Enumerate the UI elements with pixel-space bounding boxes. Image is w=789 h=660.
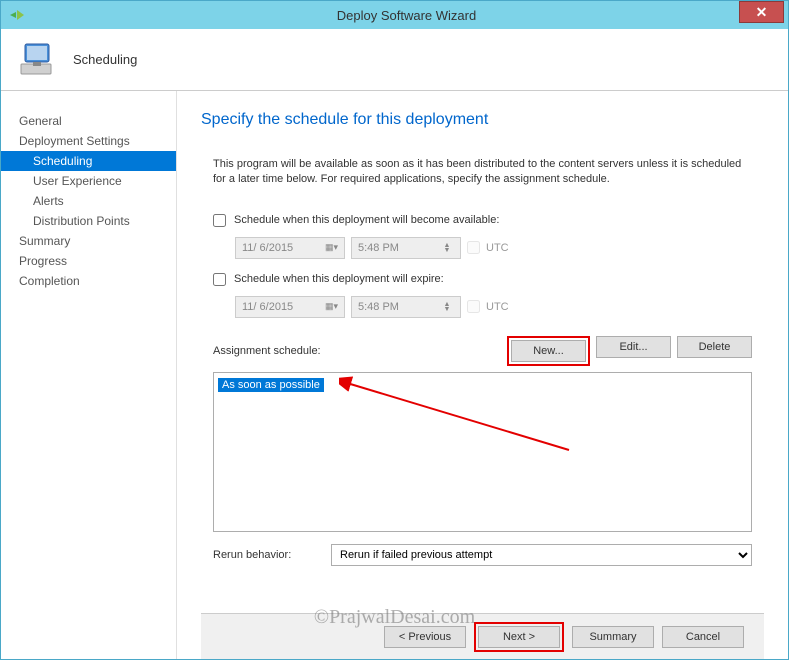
content-panel: Specify the schedule for this deployment… bbox=[177, 91, 788, 659]
sidebar-item-distribution-points[interactable]: Distribution Points bbox=[1, 211, 176, 231]
expire-date-row: 11/ 6/2015 ▦▾ 5:48 PM ▲▼ UTC bbox=[235, 296, 752, 318]
available-date-row: 11/ 6/2015 ▦▾ 5:48 PM ▲▼ UTC bbox=[235, 237, 752, 259]
expire-check-row: Schedule when this deployment will expir… bbox=[213, 273, 752, 286]
calendar-icon: ▦▾ bbox=[325, 242, 338, 253]
summary-button[interactable]: Summary bbox=[572, 626, 654, 648]
utc-label-2: UTC bbox=[486, 301, 509, 313]
cancel-button[interactable]: Cancel bbox=[662, 626, 744, 648]
sidebar-item-summary[interactable]: Summary bbox=[1, 231, 176, 251]
computer-icon bbox=[19, 40, 59, 80]
sidebar: General Deployment Settings Scheduling U… bbox=[1, 91, 177, 659]
rerun-select[interactable]: Rerun if failed previous attempt bbox=[331, 544, 752, 566]
utc-checkbox-1 bbox=[467, 241, 480, 254]
expire-date-input[interactable]: 11/ 6/2015 ▦▾ bbox=[235, 296, 345, 318]
next-button-highlight: Next > bbox=[474, 622, 564, 652]
description-text: This program will be available as soon a… bbox=[201, 157, 764, 188]
sidebar-item-user-experience[interactable]: User Experience bbox=[1, 171, 176, 191]
previous-button[interactable]: < Previous bbox=[384, 626, 466, 648]
available-label: Schedule when this deployment will becom… bbox=[234, 214, 499, 226]
sidebar-item-progress[interactable]: Progress bbox=[1, 251, 176, 271]
wizard-body: General Deployment Settings Scheduling U… bbox=[1, 91, 788, 659]
utc-label-1: UTC bbox=[486, 242, 509, 254]
page-title: Specify the schedule for this deployment bbox=[201, 111, 764, 129]
utc-checkbox-2 bbox=[467, 300, 480, 313]
rerun-row: Rerun behavior: Rerun if failed previous… bbox=[213, 544, 752, 566]
sidebar-item-deployment-settings[interactable]: Deployment Settings bbox=[1, 131, 176, 151]
rerun-label: Rerun behavior: bbox=[213, 549, 331, 561]
next-button[interactable]: Next > bbox=[478, 626, 560, 648]
spinner-icon: ▲▼ bbox=[440, 302, 454, 312]
close-button[interactable]: ✕ bbox=[739, 1, 784, 23]
spinner-icon: ▲▼ bbox=[440, 243, 454, 253]
new-button-highlight: New... bbox=[507, 336, 590, 366]
sidebar-item-general[interactable]: General bbox=[1, 111, 176, 131]
sidebar-item-scheduling[interactable]: Scheduling bbox=[1, 151, 176, 171]
delete-button[interactable]: Delete bbox=[677, 336, 752, 358]
available-checkbox[interactable] bbox=[213, 214, 226, 227]
sidebar-item-alerts[interactable]: Alerts bbox=[1, 191, 176, 211]
expire-label: Schedule when this deployment will expir… bbox=[234, 273, 444, 285]
titlebar[interactable]: Deploy Software Wizard ✕ bbox=[1, 1, 788, 29]
expire-time-input[interactable]: 5:48 PM ▲▼ bbox=[351, 296, 461, 318]
close-icon: ✕ bbox=[756, 4, 768, 21]
assignment-label: Assignment schedule: bbox=[213, 345, 507, 357]
footer: < Previous Next > Summary Cancel bbox=[201, 613, 764, 659]
list-item[interactable]: As soon as possible bbox=[218, 378, 324, 392]
wizard-header: Scheduling bbox=[1, 29, 788, 91]
available-date-input[interactable]: 11/ 6/2015 ▦▾ bbox=[235, 237, 345, 259]
available-time-input[interactable]: 5:48 PM ▲▼ bbox=[351, 237, 461, 259]
available-check-row: Schedule when this deployment will becom… bbox=[213, 214, 752, 227]
new-button[interactable]: New... bbox=[511, 340, 586, 362]
expire-checkbox[interactable] bbox=[213, 273, 226, 286]
sidebar-item-completion[interactable]: Completion bbox=[1, 271, 176, 291]
assignment-row: Assignment schedule: New... Edit... Dele… bbox=[213, 336, 752, 366]
assignment-listbox[interactable]: As soon as possible bbox=[213, 372, 752, 532]
window-title: Deploy Software Wizard bbox=[25, 8, 788, 23]
page-header-title: Scheduling bbox=[73, 52, 137, 67]
wizard-window: Deploy Software Wizard ✕ Scheduling Gene… bbox=[0, 0, 789, 660]
assignment-buttons: New... Edit... Delete bbox=[507, 336, 752, 366]
app-icon bbox=[9, 8, 25, 22]
edit-button[interactable]: Edit... bbox=[596, 336, 671, 358]
annotation-arrow bbox=[339, 375, 579, 465]
calendar-icon: ▦▾ bbox=[325, 301, 338, 312]
